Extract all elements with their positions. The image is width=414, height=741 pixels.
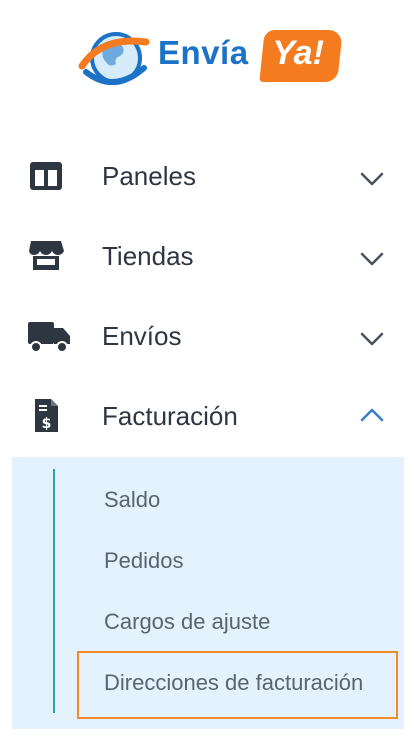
- brand-badge: Ya!: [259, 30, 343, 82]
- submenu-guide-line: [53, 469, 55, 713]
- brand-logo[interactable]: Envía Ya!: [74, 26, 344, 92]
- submenu-item-cargos-de-ajuste[interactable]: Cargos de ajuste: [104, 609, 270, 635]
- billing-submenu: Saldo Pedidos Cargos de ajuste Direccion…: [12, 457, 404, 729]
- chevron-up-icon[interactable]: [358, 402, 386, 430]
- svg-text:$: $: [42, 416, 52, 432]
- chevron-down-icon[interactable]: [358, 324, 386, 352]
- sidebar-item-facturacion[interactable]: $ Facturación: [0, 388, 414, 448]
- chevron-down-icon[interactable]: [358, 164, 386, 192]
- invoice-dollar-icon: $: [35, 399, 58, 432]
- globe-logo-icon: [78, 32, 150, 86]
- sidebar-item-envios[interactable]: Envíos: [0, 308, 414, 368]
- chevron-down-icon[interactable]: [358, 244, 386, 272]
- sidebar-item-tiendas[interactable]: Tiendas: [0, 228, 414, 288]
- sidebar-item-label: Paneles: [102, 161, 196, 191]
- sidebar-item-label: Tiendas: [102, 241, 194, 271]
- dashboard-panels-icon: [30, 162, 62, 190]
- sidebar-item-label: Facturación: [102, 401, 238, 431]
- submenu-item-pedidos[interactable]: Pedidos: [104, 548, 184, 574]
- brand-name-envia: Envía: [158, 34, 249, 71]
- sidebar-item-paneles[interactable]: Paneles: [0, 148, 414, 208]
- sidebar-item-label: Envíos: [102, 321, 182, 351]
- brand-name-ya: Ya!: [272, 34, 324, 72]
- truck-icon: [28, 322, 70, 353]
- submenu-item-direcciones-de-facturacion[interactable]: Direcciones de facturación: [104, 670, 363, 696]
- store-icon: [29, 241, 64, 270]
- submenu-item-saldo[interactable]: Saldo: [104, 487, 160, 513]
